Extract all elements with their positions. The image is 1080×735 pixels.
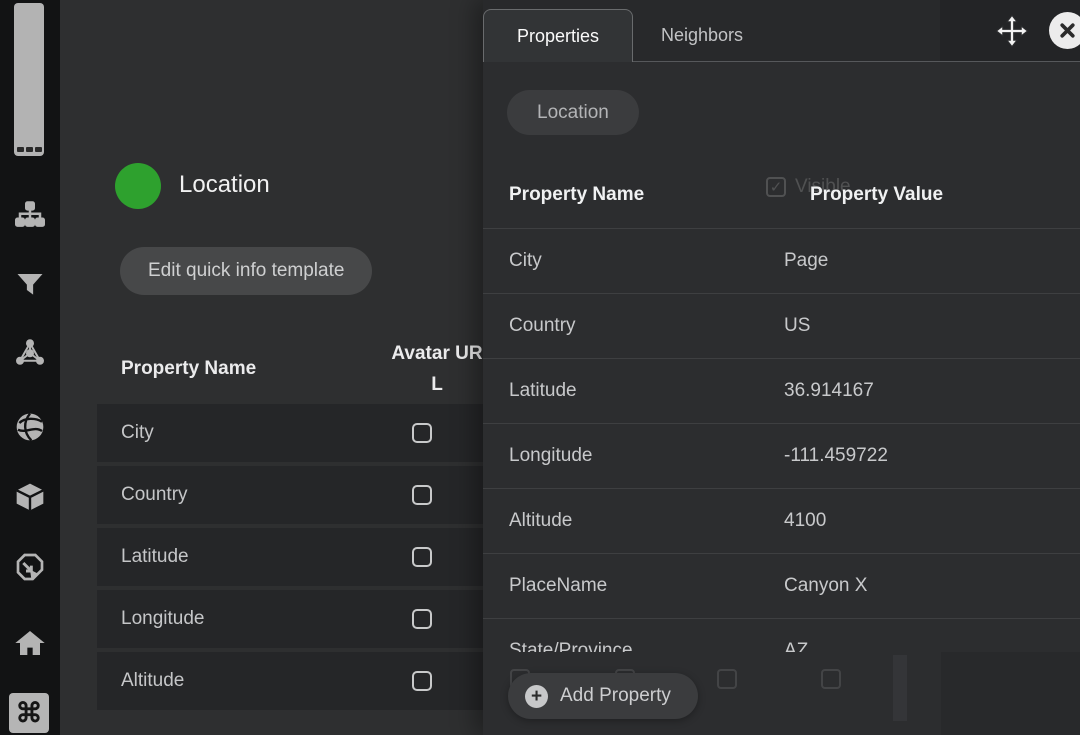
node-label-chip: Location	[507, 90, 639, 135]
sidebar: ⌘	[0, 0, 60, 735]
avatar-url-checkbox[interactable]	[412, 671, 432, 691]
avatar-url-column-header: Avatar URL	[391, 338, 483, 400]
edit-quick-info-template-button[interactable]: Edit quick info template	[120, 247, 372, 295]
panel-tabstrip: Properties Neighbors	[483, 0, 1080, 62]
property-row: CityPage	[483, 229, 1080, 294]
property-value-cell[interactable]: Canyon X	[784, 575, 1080, 597]
property-value-column-header: Property Value	[810, 184, 943, 206]
cube-icon[interactable]	[14, 481, 46, 513]
filter-icon[interactable]	[14, 268, 46, 300]
node-label-title: Location	[179, 171, 270, 199]
handle-dash	[17, 147, 24, 152]
table-row: City	[97, 404, 483, 462]
property-row: Altitude4100	[483, 489, 1080, 554]
property-value-cell[interactable]: Page	[784, 250, 1080, 272]
property-name-cell[interactable]: City	[483, 250, 784, 272]
footer-dark-region	[941, 652, 1080, 735]
avatar-url-checkbox[interactable]	[412, 609, 432, 629]
add-property-button[interactable]: + Add Property	[508, 673, 698, 719]
property-name-column-header: Property Name	[509, 184, 644, 206]
property-name-cell: Latitude	[97, 546, 412, 568]
ghost-checkbox	[717, 669, 737, 689]
table-row: Altitude	[97, 652, 483, 710]
property-name-column-header: Property Name	[97, 358, 391, 380]
node-color-swatch[interactable]	[115, 163, 161, 209]
plus-icon: +	[525, 685, 548, 708]
property-row: CountryUS	[483, 294, 1080, 359]
property-name-cell: Longitude	[97, 608, 412, 630]
table-row: Country	[97, 466, 483, 524]
property-value-cell[interactable]: 4100	[784, 510, 1080, 532]
properties-panel: Properties Neighbors Location Property N…	[483, 0, 1080, 735]
table-row: Latitude	[97, 528, 483, 586]
add-property-label: Add Property	[560, 685, 671, 707]
globe-icon[interactable]	[14, 411, 46, 443]
sitemap-icon[interactable]	[14, 199, 46, 231]
ghost-checkbox	[821, 669, 841, 689]
avatar-url-checkbox[interactable]	[412, 423, 432, 443]
property-row: Latitude36.914167	[483, 359, 1080, 424]
property-row: PlaceNameCanyon X	[483, 554, 1080, 619]
tab-properties[interactable]: Properties	[483, 9, 633, 62]
panel-footer: + Add Property	[483, 652, 1080, 735]
property-row: Longitude-111.459722	[483, 424, 1080, 489]
style-properties-table: Property Name Avatar URL City Country Lati…	[97, 333, 483, 714]
style-table-rows: City Country Latitude Longitude Altitude	[97, 404, 483, 710]
home-icon[interactable]	[14, 627, 46, 659]
property-name-cell: City	[97, 422, 412, 444]
ghost-scrollbar	[893, 655, 907, 721]
tab-neighbors[interactable]: Neighbors	[633, 9, 813, 62]
command-icon[interactable]: ⌘	[9, 693, 49, 733]
close-icon[interactable]	[1049, 12, 1080, 49]
style-table-header: Property Name Avatar URL	[97, 333, 483, 404]
property-value-cell[interactable]: -111.459722	[784, 445, 1080, 467]
property-name-cell: Country	[97, 484, 412, 506]
network-icon[interactable]	[14, 336, 46, 368]
move-icon[interactable]	[994, 13, 1030, 49]
property-value-cell[interactable]: US	[784, 315, 1080, 337]
checked-checkbox-icon: ✓	[766, 177, 786, 197]
app-window: ⌘ Location Edit quick info template Prop…	[0, 0, 1080, 735]
handle-dash	[35, 147, 42, 152]
export-icon[interactable]	[14, 551, 46, 583]
props-table-header: Property Name ✓ Visible Property Value	[483, 170, 1080, 228]
scrollbar-drag-handle[interactable]	[14, 3, 44, 156]
avatar-url-checkbox[interactable]	[412, 547, 432, 567]
property-name-cell[interactable]: PlaceName	[483, 575, 784, 597]
props-table-rows: CityPageCountryUSLatitude36.914167Longit…	[483, 228, 1080, 684]
avatar-url-checkbox[interactable]	[412, 485, 432, 505]
property-value-cell[interactable]: 36.914167	[784, 380, 1080, 402]
property-name-cell[interactable]: Longitude	[483, 445, 784, 467]
property-name-cell[interactable]: Latitude	[483, 380, 784, 402]
handle-dash	[26, 147, 33, 152]
table-row: Longitude	[97, 590, 483, 648]
property-name-cell[interactable]: Altitude	[483, 510, 784, 532]
property-name-cell[interactable]: Country	[483, 315, 784, 337]
property-name-cell: Altitude	[97, 670, 412, 692]
